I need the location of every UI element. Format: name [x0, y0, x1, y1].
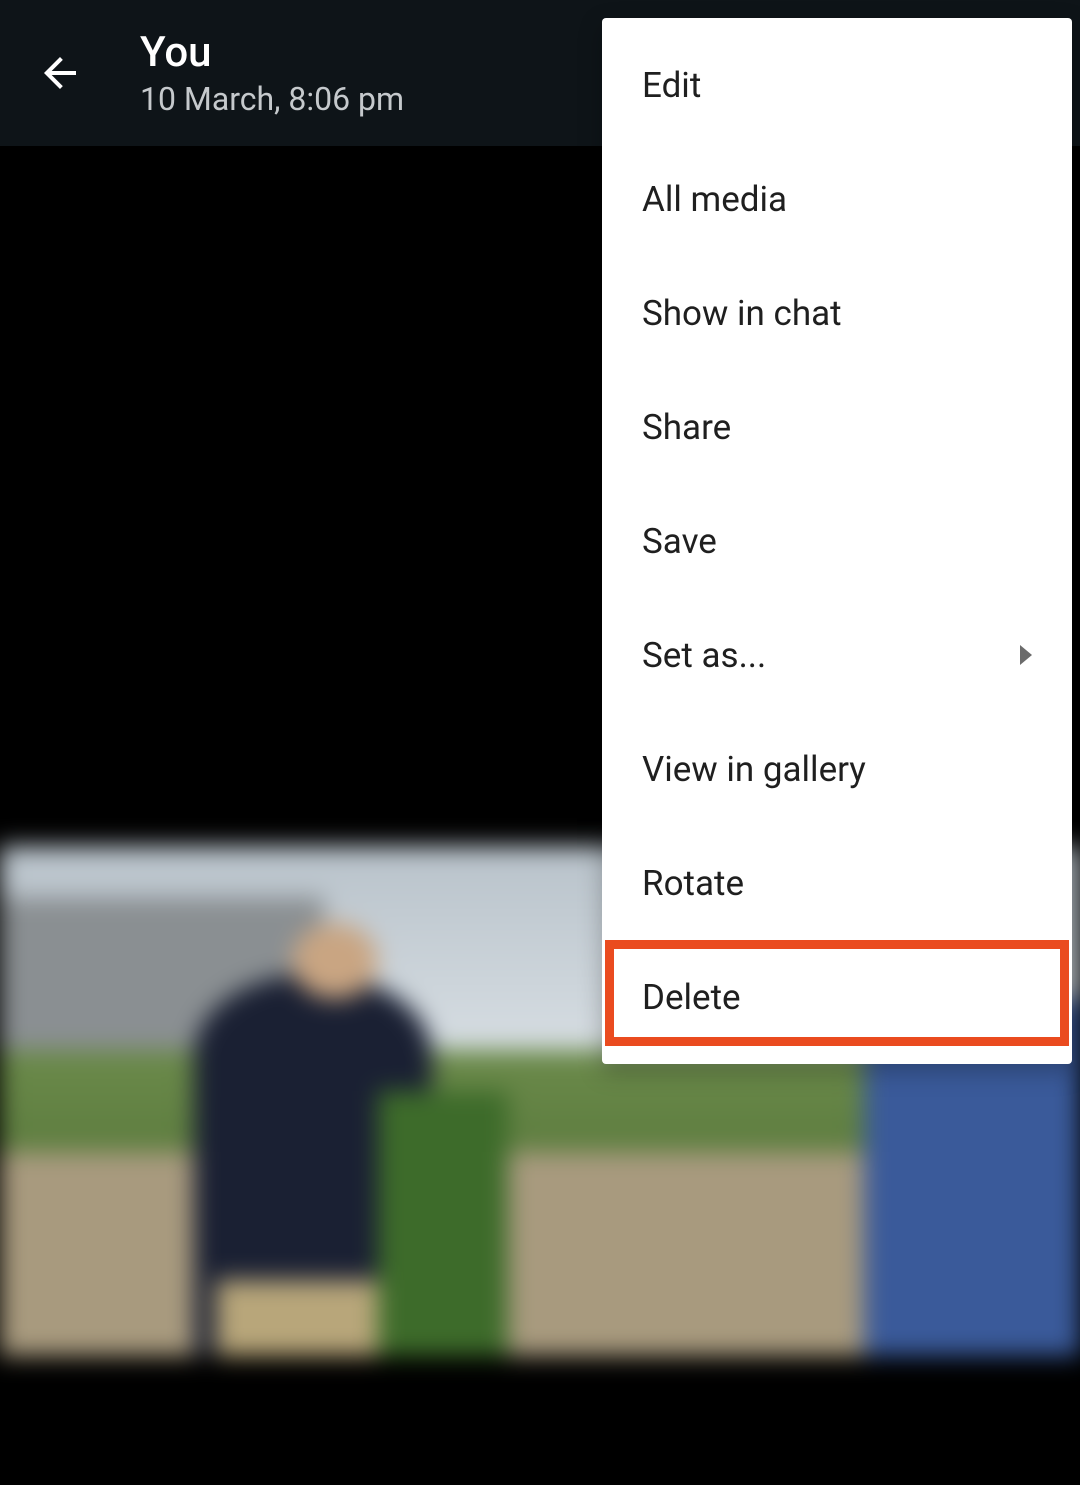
- header-title: You: [140, 28, 404, 78]
- header-text-block: You 10 March, 8:06 pm: [140, 28, 404, 118]
- menu-item-label: Delete: [642, 977, 1032, 1018]
- menu-item-rotate[interactable]: Rotate: [602, 826, 1072, 940]
- menu-item-label: Edit: [642, 65, 1032, 106]
- menu-item-save[interactable]: Save: [602, 484, 1072, 598]
- menu-item-label: View in gallery: [642, 749, 1032, 790]
- menu-item-all-media[interactable]: All media: [602, 142, 1072, 256]
- menu-item-label: Rotate: [642, 863, 1032, 904]
- menu-item-edit[interactable]: Edit: [602, 28, 1072, 142]
- overflow-menu: Edit All media Show in chat Share Save S…: [602, 18, 1072, 1064]
- menu-item-set-as[interactable]: Set as...: [602, 598, 1072, 712]
- menu-item-show-in-chat[interactable]: Show in chat: [602, 256, 1072, 370]
- menu-item-label: All media: [642, 179, 1032, 220]
- back-button[interactable]: [30, 43, 90, 103]
- menu-item-label: Save: [642, 521, 1032, 562]
- chevron-right-icon: [1020, 645, 1032, 665]
- back-arrow-icon: [36, 49, 84, 97]
- menu-item-share[interactable]: Share: [602, 370, 1072, 484]
- menu-item-label: Show in chat: [642, 293, 1032, 334]
- menu-item-label: Set as...: [642, 635, 1020, 676]
- menu-item-label: Share: [642, 407, 1032, 448]
- header-timestamp: 10 March, 8:06 pm: [140, 80, 404, 118]
- menu-item-view-in-gallery[interactable]: View in gallery: [602, 712, 1072, 826]
- menu-item-delete[interactable]: Delete: [602, 940, 1072, 1054]
